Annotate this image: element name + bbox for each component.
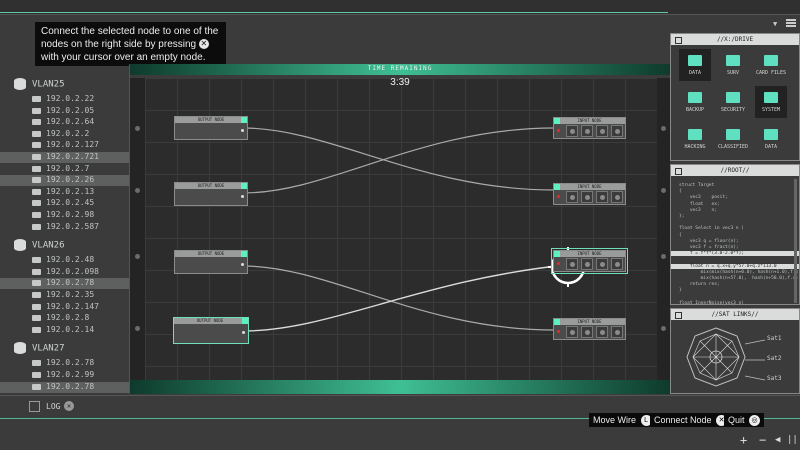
code-line: float InnerNoise(vec3 n) (679, 300, 745, 305)
pause-button[interactable]: ||| (787, 435, 800, 445)
code-line: f = f*f*(3.0-2.0*f); (671, 251, 799, 257)
code-line: } (679, 288, 682, 294)
folder-icon (764, 55, 778, 66)
folder-icon (764, 129, 778, 140)
code-line: mix(mix(hash(n+0.0), hash(n+1.0),f.x), (679, 269, 800, 275)
drive-folder[interactable]: DATA (755, 123, 787, 155)
back-button[interactable]: ◀ (775, 435, 780, 445)
code-line: float ex; (679, 201, 720, 207)
drive-folder[interactable]: CARD FILES (755, 49, 787, 81)
root-panel: //ROOT// struct Target{ vec3 posit; floa… (670, 164, 800, 305)
folder-icon (764, 92, 778, 103)
wire-3 (242, 265, 555, 331)
sat-panel: //SAT LINKS// Sat1 Sat2 Sat3 (670, 308, 800, 394)
sat-link-2[interactable]: Sat2 (767, 355, 781, 362)
drive-folder[interactable]: DATA (679, 49, 711, 81)
code-line: vec3 f = fract(n); (679, 245, 739, 250)
code-line: { (679, 189, 682, 195)
wire-active (242, 264, 567, 332)
input-node[interactable]: INPUT NODE (553, 183, 626, 205)
folder-icon (688, 55, 702, 66)
sat-link-3[interactable]: Sat3 (767, 375, 781, 382)
code-line: vec3 n; (679, 207, 717, 213)
code-line: { (679, 232, 682, 238)
folder-icon (726, 92, 740, 103)
drive-folder[interactable]: SYSTEM (755, 86, 787, 118)
drive-folder[interactable]: SECURITY (717, 86, 749, 118)
log-label: LOG (46, 402, 61, 411)
code-line: return res; (679, 282, 720, 288)
circle-button-icon: ◎ (749, 415, 761, 427)
input-node[interactable]: INPUT NODE (553, 117, 626, 139)
drive-folder[interactable]: CLASSIFIED (717, 123, 749, 155)
code-line: mix(hash(n+57.0), hash(n+58.0),f.x),f.y)… (700, 276, 799, 281)
sat-link-diagram (686, 327, 746, 387)
log-close-icon[interactable]: ✕ (64, 401, 74, 411)
wire-2 (242, 127, 555, 194)
drive-folder[interactable]: BACKUP (679, 86, 711, 118)
hint-move-wire: Move Wire L (589, 413, 656, 427)
target-node-highlight (551, 248, 628, 274)
code-line: }; (679, 214, 685, 219)
zoom-in-button[interactable]: + (740, 433, 747, 447)
wire-1 (242, 127, 555, 191)
folder-icon (726, 55, 740, 66)
output-node[interactable]: OUTPUT NODE (174, 182, 248, 206)
drive-panel: //X:/DRIVE DATA SURV CARD FILES BACKUP SECUR… (670, 33, 800, 161)
drive-folder[interactable]: SURV (717, 49, 749, 81)
code-line: vec3 q = floor(n); (679, 238, 739, 244)
code-line: vec3 posit; (679, 195, 728, 201)
output-node-selected[interactable]: OUTPUT NODE (173, 317, 249, 344)
hint-connect-node: Connect Node ✕ (650, 413, 732, 427)
zoom-out-button[interactable]: − (759, 433, 766, 447)
code-line: float n = q.x+q.y*57.0+q.z*113.0 (671, 263, 799, 269)
code-line: struct Target (679, 183, 715, 188)
sat-panel-title: //SAT LINKS// (671, 309, 799, 320)
sat-link-1[interactable]: Sat1 (767, 335, 781, 342)
folder-icon (688, 92, 702, 103)
log-list-icon[interactable] (29, 401, 40, 412)
code-line: float Select in vec3 n ) (679, 226, 745, 232)
output-node[interactable]: OUTPUT NODE (174, 116, 248, 140)
root-panel-title: //ROOT// (671, 165, 799, 176)
drive-panel-title: //X:/DRIVE (671, 34, 799, 45)
output-node[interactable]: OUTPUT NODE (174, 250, 248, 274)
drive-folder[interactable]: HACKING (679, 123, 711, 155)
folder-icon (688, 129, 702, 140)
code-scrollbar[interactable] (794, 179, 797, 303)
input-node[interactable]: INPUT NODE (553, 318, 626, 340)
hint-quit: Quit ◎ (724, 413, 765, 427)
folder-icon (726, 129, 740, 140)
